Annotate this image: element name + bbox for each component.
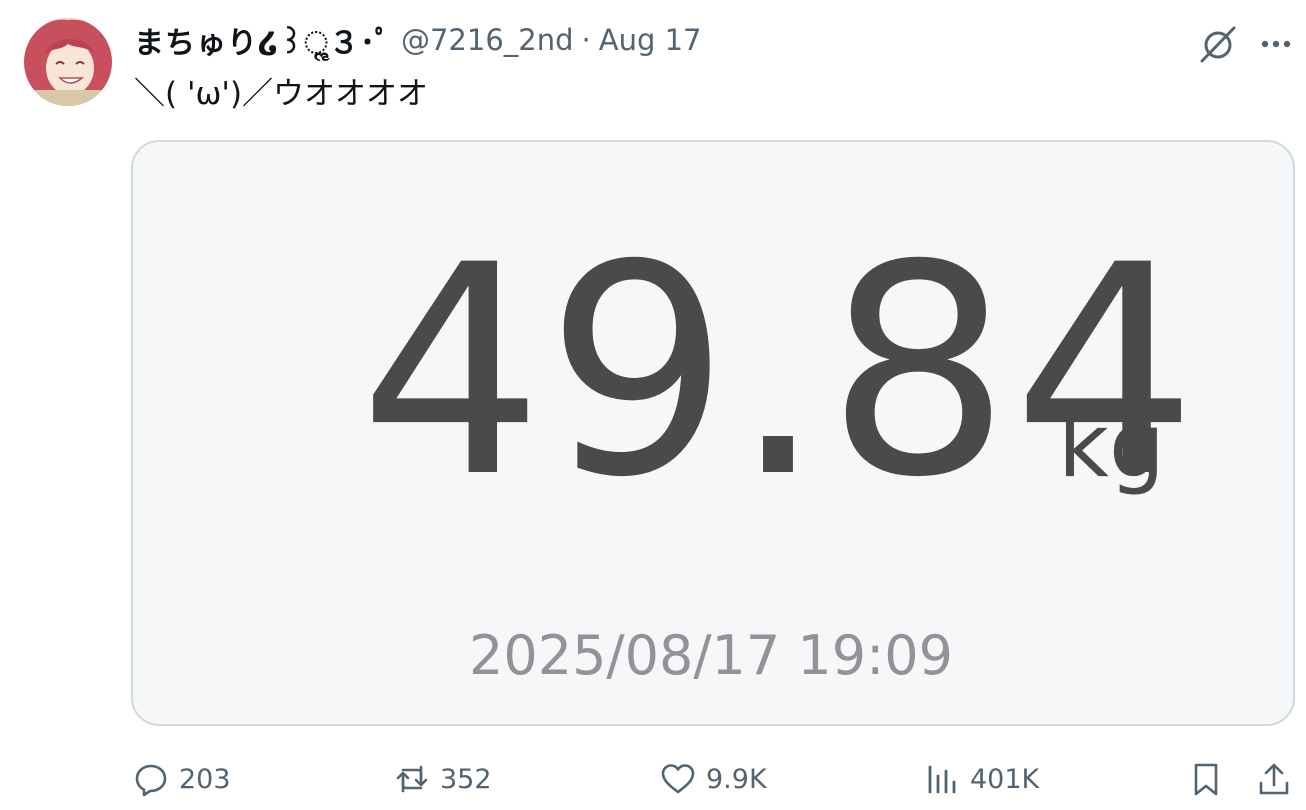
like-count: 9.9K: [706, 763, 767, 795]
tweet-date[interactable]: Aug 17: [599, 23, 702, 57]
user-handle[interactable]: @7216_2nd: [401, 23, 574, 57]
bookmark-icon: [1194, 763, 1218, 796]
repost-icon: [396, 765, 428, 793]
like-button[interactable]: 9.9K: [660, 752, 767, 806]
reply-button[interactable]: 203: [133, 752, 231, 806]
measurement-timestamp: 2025/08/17 19:09: [469, 624, 954, 687]
tweet-header: まちゅり໒꒱ૢ３･ﾟ @7216_2nd · Aug 17: [134, 18, 702, 62]
avatar-image: [24, 18, 112, 106]
views-button[interactable]: 401K: [924, 752, 1039, 806]
weight-unit: kg: [1058, 394, 1165, 497]
grok-icon[interactable]: [1196, 22, 1240, 66]
reply-icon: [135, 764, 167, 797]
bookmark-button[interactable]: [1188, 752, 1224, 806]
repost-count: 352: [440, 763, 492, 795]
views-count: 401K: [970, 763, 1040, 795]
share-icon: [1259, 763, 1289, 795]
reply-count: 203: [179, 763, 231, 795]
separator-dot: ·: [581, 23, 591, 57]
tweet-text: ＼( 'ω')／ウオオオオ: [134, 76, 429, 112]
views-icon: [928, 765, 956, 794]
heart-icon: [661, 764, 695, 794]
media-card[interactable]: 49.84 kg 2025/08/17 19:09: [131, 140, 1295, 726]
share-button[interactable]: [1256, 752, 1292, 806]
display-name[interactable]: まちゅり໒꒱ૢ３･ﾟ: [134, 18, 391, 62]
avatar[interactable]: [24, 18, 112, 106]
more-icon[interactable]: [1256, 26, 1296, 62]
action-bar: 203 352 9.9K 401K: [0, 752, 1306, 806]
repost-button[interactable]: 352: [394, 752, 492, 806]
